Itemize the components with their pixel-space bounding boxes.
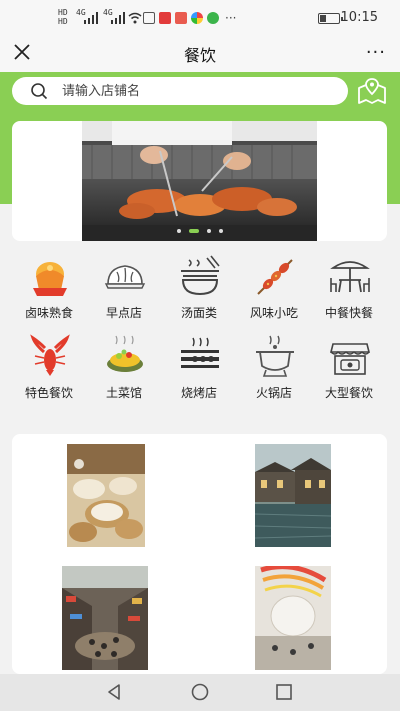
category-item[interactable]: 风味小吃	[236, 250, 312, 322]
category-item[interactable]: 烧烤店	[161, 330, 237, 402]
search-icon	[31, 83, 48, 100]
banner-carousel[interactable]	[12, 121, 387, 241]
signal-strength-icon	[84, 12, 98, 24]
carousel-dot[interactable]	[206, 229, 211, 233]
map-location-icon[interactable]	[356, 76, 388, 106]
category-item[interactable]: 大型餐饮	[311, 330, 387, 402]
system-nav-bar	[0, 674, 400, 711]
sim-indicator: HD HD	[58, 8, 68, 26]
category-item[interactable]: 早点店	[86, 250, 162, 322]
category-item[interactable]: 汤面类	[161, 250, 237, 322]
steamed-bun-icon	[104, 265, 146, 289]
food-street-photo	[62, 566, 148, 670]
back-icon[interactable]	[104, 682, 124, 702]
category-item[interactable]: 卤味熟食	[11, 250, 87, 322]
app-notification-icon	[159, 12, 171, 24]
home-icon[interactable]	[190, 682, 210, 702]
clock: 10:15	[340, 10, 378, 25]
category-item[interactable]: 特色餐饮	[11, 330, 87, 402]
category-label: 大型餐饮	[324, 386, 373, 400]
category-label: 特色餐饮	[24, 386, 73, 400]
grilled-shrimp-photo	[82, 121, 317, 241]
dim-sum-photo	[67, 444, 145, 547]
wifi-icon	[128, 12, 142, 24]
skewer-icon	[257, 259, 293, 295]
category-item[interactable]: 中餐快餐	[311, 250, 387, 322]
carousel-indicator[interactable]	[12, 229, 387, 233]
category-item[interactable]: 火锅店	[236, 330, 312, 402]
shop-thumbnail[interactable]	[67, 444, 145, 547]
bbq-grill-icon	[181, 337, 219, 368]
noodle-bowl-icon	[181, 255, 220, 296]
more-notifications-icon: ···	[225, 11, 237, 25]
search-input[interactable]	[62, 80, 332, 102]
recent-apps-icon[interactable]	[274, 682, 294, 702]
category-item[interactable]: 土菜馆	[86, 330, 162, 402]
battery-icon	[318, 13, 343, 24]
category-label: 风味小吃	[249, 306, 298, 320]
dining-table-icon	[330, 261, 370, 293]
nav-bar: 餐饮 ···	[0, 34, 400, 72]
crayfish-icon	[30, 334, 70, 376]
shop-thumbnail[interactable]	[62, 566, 148, 670]
notification-icons: ···	[143, 11, 236, 25]
search-bar[interactable]	[12, 77, 348, 105]
shop-thumbnail[interactable]	[255, 566, 331, 670]
category-label: 烧烤店	[180, 386, 217, 400]
shop-thumbnail[interactable]	[255, 444, 331, 547]
category-label: 中餐快餐	[324, 306, 373, 320]
hotpot-icon	[256, 335, 294, 377]
shop-list	[12, 434, 387, 674]
carousel-dot[interactable]	[188, 229, 199, 233]
category-label: 汤面类	[180, 306, 217, 320]
browser-icon	[191, 12, 203, 24]
braised-food-icon	[33, 262, 67, 296]
folder-icon	[143, 12, 155, 24]
water-town-photo	[255, 444, 331, 547]
more-menu-button[interactable]: ···	[366, 42, 386, 63]
category-label: 火锅店	[255, 386, 292, 400]
category-label: 早点店	[105, 306, 142, 320]
mall-interior-photo	[255, 566, 331, 670]
category-label: 卤味熟食	[24, 306, 73, 320]
dish-icon	[107, 335, 143, 372]
carousel-dot[interactable]	[176, 229, 181, 233]
carousel-dot[interactable]	[218, 229, 223, 233]
wechat-icon	[207, 12, 219, 24]
app-notification-2-icon	[175, 12, 187, 24]
status-bar: HD HD 4G 4G ··· 10:15	[0, 0, 400, 34]
category-label: 土菜馆	[105, 386, 142, 400]
category-grid: 卤味熟食 早点店 汤面类 风味小吃 中餐快餐特色餐饮 土菜馆 烧烤店 火锅店 大型餐饮	[0, 250, 400, 410]
restaurant-storefront-icon	[329, 343, 371, 375]
page-title: 餐饮	[183, 46, 216, 65]
banner-image[interactable]	[82, 121, 317, 241]
signal-strength-2-icon	[111, 12, 125, 24]
